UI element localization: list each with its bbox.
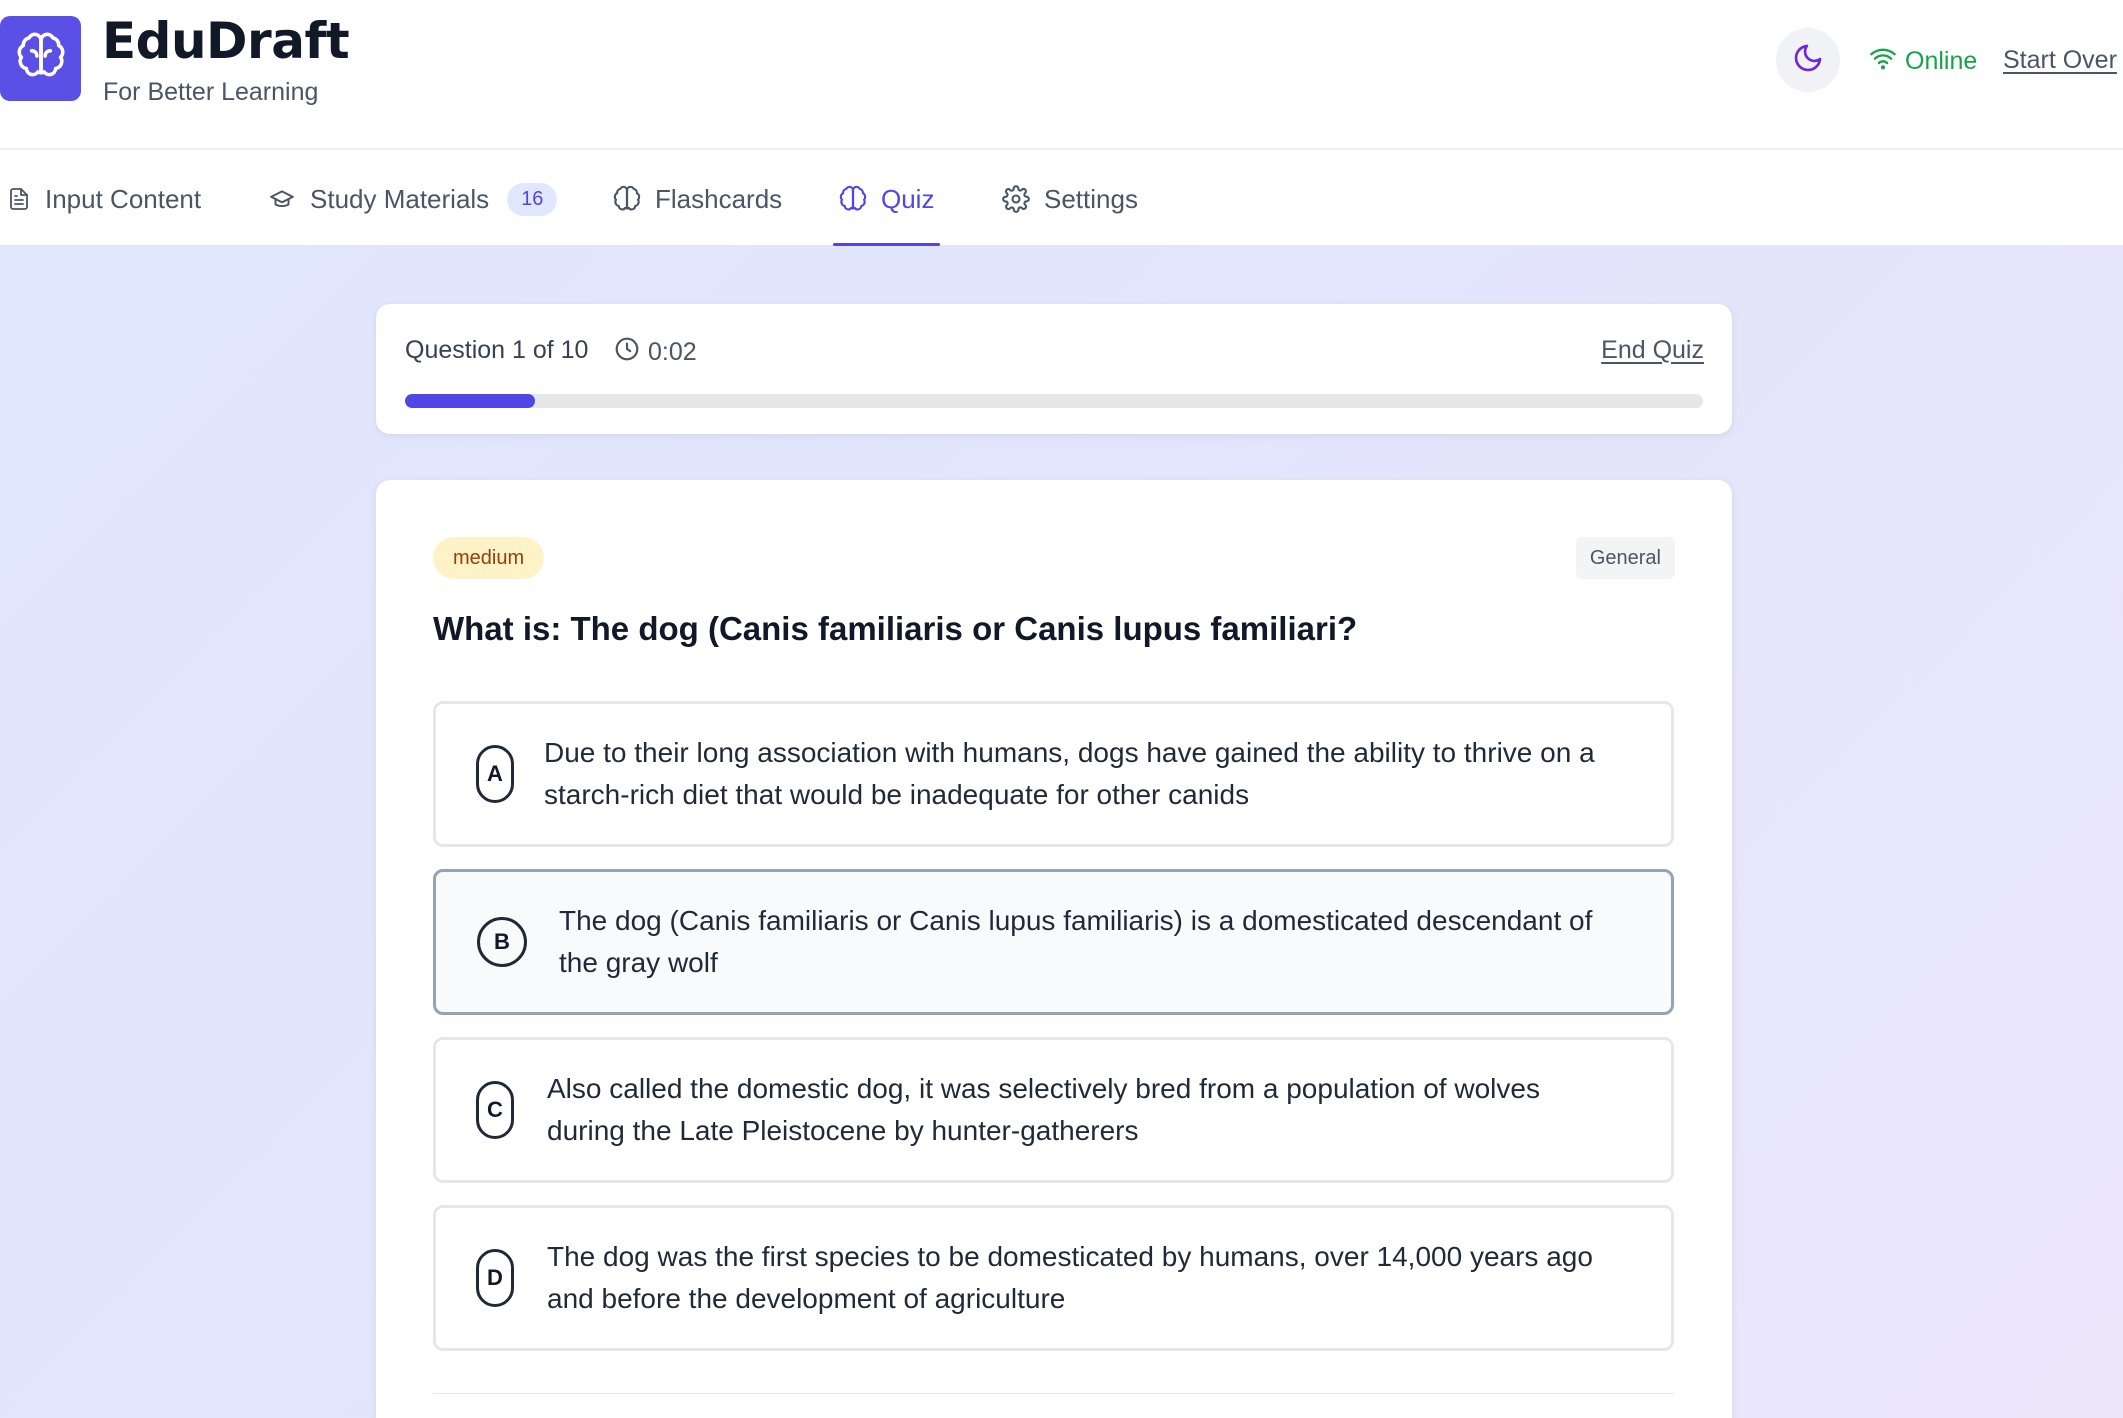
app-title: EduDraft (102, 12, 350, 70)
quiz-timer: 0:02 (614, 336, 697, 369)
question-text: What is: The dog (Canis familiaris or Ca… (433, 610, 1358, 647)
start-over-link[interactable]: Start Over (2003, 46, 2117, 75)
option-text: Also called the domestic dog, it was sel… (547, 1073, 1540, 1146)
brain-icon (613, 185, 641, 213)
end-quiz-button[interactable]: End Quiz (1601, 336, 1704, 365)
status-label: Online (1905, 46, 1978, 75)
app-subtitle: For Better Learning (103, 78, 319, 106)
tab-study-materials[interactable]: Study Materials 16 (268, 152, 558, 246)
connection-status: Online (1869, 44, 1977, 78)
tab-input-content[interactable]: Input Content (7, 152, 201, 246)
option-text: The dog was the first species to be dome… (547, 1241, 1593, 1314)
graduation-cap-icon (268, 186, 296, 212)
option-text: Due to their long association with human… (544, 737, 1595, 810)
question-counter: Question 1 of 10 (405, 336, 589, 364)
option-letter: B (477, 917, 527, 967)
gear-icon (1002, 185, 1030, 213)
clock-icon (614, 336, 640, 369)
tab-label: Settings (1044, 183, 1138, 214)
tab-label: Input Content (45, 183, 202, 214)
question-card: medium General What is: The dog (Canis f… (376, 480, 1732, 1418)
progress-bar-fill (405, 394, 535, 408)
category-badge: General (1575, 537, 1675, 579)
tab-label: Study Materials (310, 183, 490, 214)
difficulty-badge: medium (433, 537, 545, 579)
option-letter: C (476, 1081, 514, 1139)
app-header: EduDraft For Better Learning Online Star… (0, 0, 2123, 150)
answer-option-d[interactable]: D The dog was the first species to be do… (433, 1205, 1674, 1351)
main-content: Question 1 of 10 0:02 End Quiz medium Ge… (0, 246, 2123, 1418)
tab-flashcards[interactable]: Flashcards (613, 152, 782, 246)
answer-option-b[interactable]: B The dog (Canis familiaris or Canis lup… (433, 869, 1674, 1015)
timer-value: 0:02 (648, 338, 697, 366)
tab-settings[interactable]: Settings (1002, 152, 1138, 246)
moon-icon (1792, 42, 1824, 79)
tab-bar: Input Content Study Materials 16 Flashca… (0, 152, 2123, 246)
answer-option-a[interactable]: A Due to their long association with hum… (433, 701, 1674, 847)
tab-quiz[interactable]: Quiz (832, 152, 941, 246)
quiz-progress-card: Question 1 of 10 0:02 End Quiz (376, 304, 1732, 434)
option-letter: D (476, 1249, 514, 1307)
count-badge: 16 (507, 182, 558, 216)
wifi-icon (1869, 44, 1897, 79)
option-text: The dog (Canis familiaris or Canis lupus… (559, 905, 1593, 978)
logo[interactable] (0, 16, 81, 101)
option-letter: A (476, 745, 514, 803)
tab-label: Quiz (881, 183, 935, 214)
brain-icon (839, 185, 867, 213)
brain-icon (16, 31, 66, 86)
answer-option-c[interactable]: C Also called the domestic dog, it was s… (433, 1037, 1674, 1183)
theme-toggle-button[interactable] (1776, 28, 1840, 92)
tab-label: Flashcards (655, 183, 783, 214)
divider (433, 1393, 1674, 1394)
progress-bar (405, 394, 1703, 408)
file-text-icon (7, 186, 31, 212)
